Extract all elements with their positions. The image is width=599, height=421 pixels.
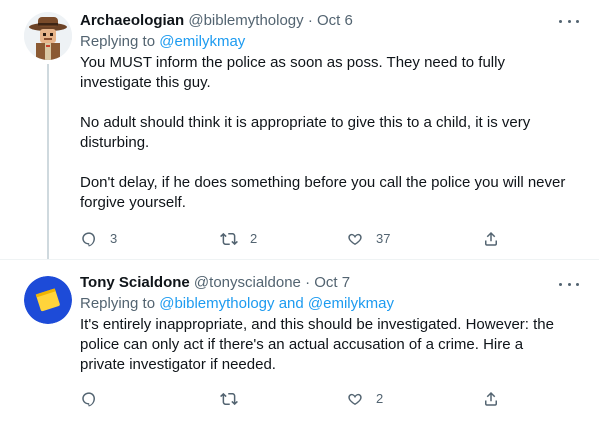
tweet[interactable]: Archaeologian @biblemythology · Oct 6 Re… — [0, 0, 599, 259]
separator-dot: · — [305, 274, 311, 291]
share-button[interactable] — [482, 389, 500, 409]
heart-icon — [348, 233, 362, 246]
share-icon — [485, 231, 497, 246]
more-dot-icon — [559, 19, 562, 23]
tweet-paragraph: No adult should think it is appropriate … — [80, 114, 531, 151]
yellow-note-avatar-icon — [24, 276, 72, 324]
retweet-icon — [220, 232, 238, 246]
mention-link[interactable]: @biblemythology — [159, 295, 274, 312]
tweet-actions: 3 2 37 — [80, 229, 510, 249]
display-name[interactable]: Tony Scialdone — [80, 274, 190, 291]
share-button[interactable] — [482, 229, 500, 249]
tweet-text: It's entirely inappropriate, and this sh… — [80, 315, 570, 375]
mention-link[interactable]: @emilykmay — [159, 33, 245, 50]
display-name[interactable]: Archaeologian — [80, 12, 184, 29]
more-dot-icon — [567, 282, 571, 286]
retweet-icon — [220, 392, 238, 406]
separator-dot: · — [307, 12, 313, 29]
more-dot-icon — [559, 282, 562, 286]
tweet-content: Archaeologian @biblemythology · Oct 6 Re… — [80, 11, 587, 213]
tweet-header: Tony Scialdone @tonyscialdone · Oct 7 — [80, 273, 587, 293]
replying-to: Replying to @biblemythology and @emilykm… — [80, 294, 587, 314]
more-dot-icon — [576, 19, 579, 23]
tweet-paragraph: You MUST inform the police as soon as po… — [80, 54, 505, 91]
tweet-feed: Archaeologian @biblemythology · Oct 6 Re… — [0, 0, 599, 421]
mention-link[interactable]: @emilykmay — [308, 295, 394, 312]
cowboy-archaeologist-avatar-icon — [24, 12, 72, 60]
user-handle[interactable]: @tonyscialdone — [194, 274, 301, 291]
replying-label: Replying to — [80, 295, 156, 312]
avatar[interactable] — [24, 276, 72, 324]
like-count: 2 — [376, 391, 384, 406]
more-options-button[interactable] — [559, 15, 579, 27]
tweet-actions: 2 — [80, 389, 510, 409]
more-dot-icon — [567, 19, 571, 23]
reply-button[interactable] — [80, 389, 110, 409]
retweet-button[interactable] — [220, 389, 250, 409]
tweet-date[interactable]: Oct 7 — [314, 274, 350, 291]
like-button[interactable]: 2 — [346, 389, 383, 409]
thread-line — [47, 64, 49, 259]
avatar[interactable] — [24, 12, 72, 60]
tweet-date[interactable]: Oct 6 — [317, 12, 353, 29]
reply-button[interactable]: 3 — [80, 229, 117, 249]
like-button[interactable]: 37 — [346, 229, 390, 249]
tweet-content: Tony Scialdone @tonyscialdone · Oct 7 Re… — [80, 273, 587, 375]
retweet-button[interactable]: 2 — [220, 229, 257, 249]
share-icon — [485, 391, 497, 406]
tweet-header: Archaeologian @biblemythology · Oct 6 — [80, 11, 587, 31]
reply-icon — [82, 392, 95, 407]
reply-icon — [82, 232, 95, 247]
more-options-button[interactable] — [559, 278, 579, 290]
tweet-paragraph: It's entirely inappropriate, and this sh… — [80, 316, 554, 373]
replying-label: Replying to — [80, 33, 156, 50]
replying-to: Replying to @emilykmay — [80, 32, 587, 52]
like-count: 37 — [376, 231, 391, 246]
mention-conjunction: and — [278, 295, 304, 312]
user-handle[interactable]: @biblemythology — [188, 12, 303, 29]
more-dot-icon — [576, 282, 579, 286]
retweet-count: 2 — [250, 231, 258, 246]
reply-count: 3 — [110, 231, 118, 246]
tweet[interactable]: Tony Scialdone @tonyscialdone · Oct 7 Re… — [0, 259, 599, 421]
tweet-paragraph: Don't delay, if he does something before… — [80, 174, 566, 211]
tweet-text: You MUST inform the police as soon as po… — [80, 53, 570, 213]
heart-icon — [348, 393, 362, 406]
